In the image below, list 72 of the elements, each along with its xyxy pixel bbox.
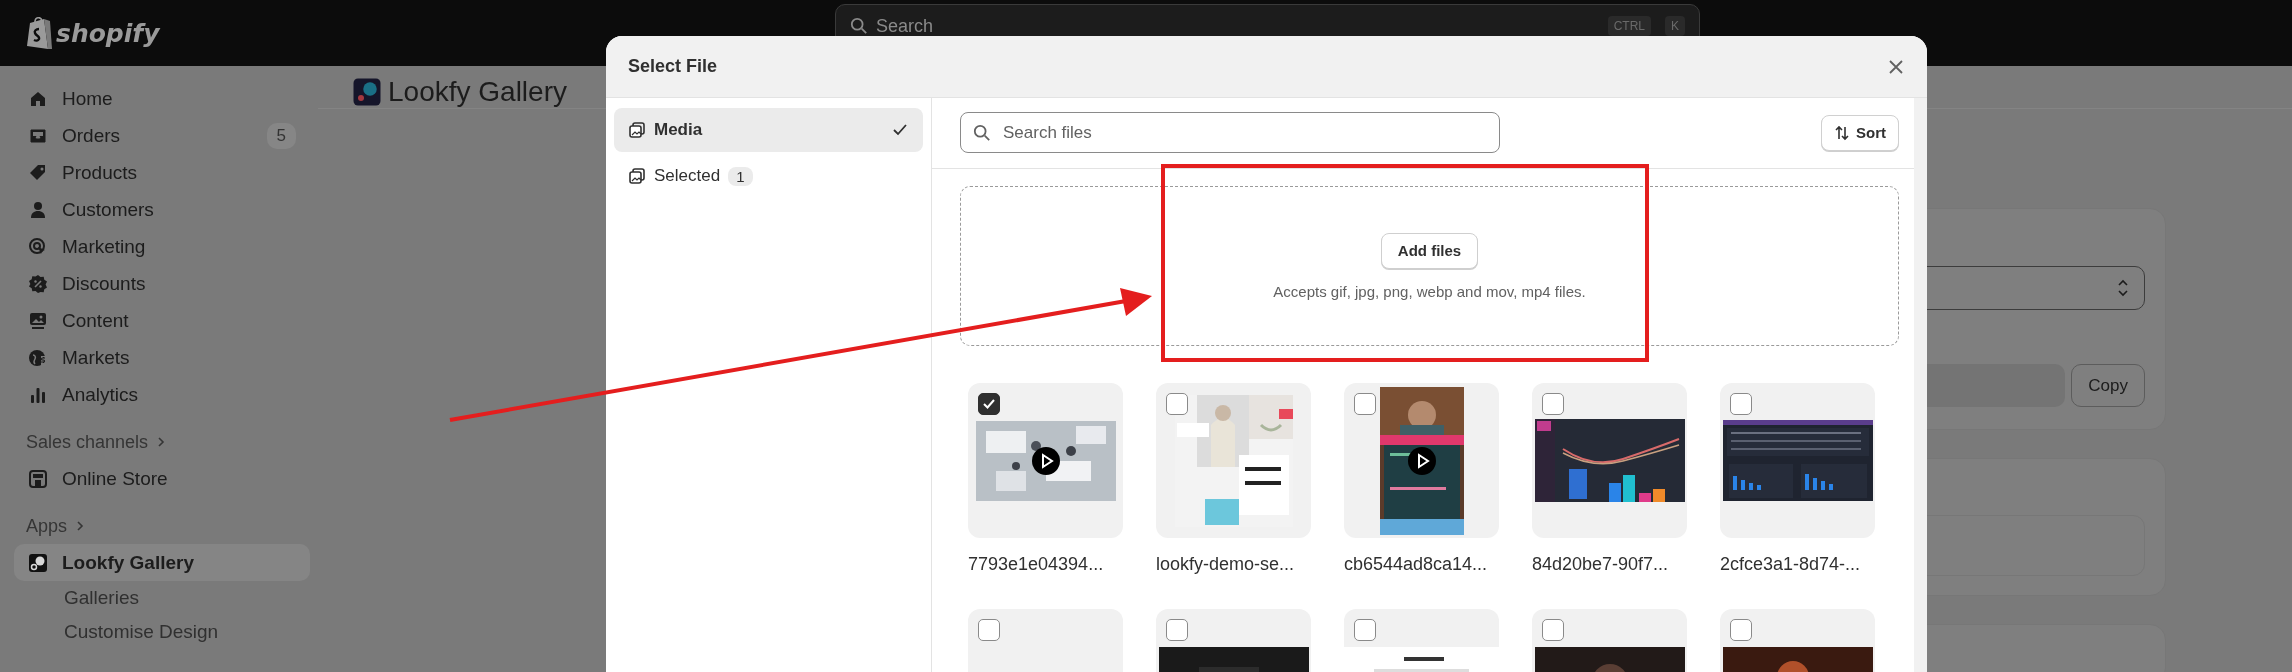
nav-item[interactable]: Content <box>14 302 310 339</box>
checkbox[interactable] <box>1730 619 1752 641</box>
percent-badge-icon <box>28 273 48 294</box>
nav-item[interactable]: Home <box>14 80 310 117</box>
up-down-chevron-icon <box>2116 278 2130 298</box>
file-tile[interactable] <box>1720 383 1875 538</box>
sort-button[interactable]: Sort <box>1821 114 1899 151</box>
close-icon[interactable] <box>1887 57 1905 76</box>
nav-item[interactable]: Discounts <box>14 265 310 302</box>
shopify-wordmark: shopify <box>56 18 160 48</box>
globe-icon <box>28 347 48 368</box>
nav-item[interactable]: Analytics <box>14 376 310 413</box>
checkbox[interactable] <box>1354 393 1376 415</box>
shortcut-key: CTRL <box>1607 16 1651 36</box>
chevron-right-icon <box>75 520 86 532</box>
section-link[interactable]: Apps <box>26 511 86 541</box>
file-tile[interactable] <box>1344 383 1499 538</box>
page-title: Lookfy Gallery <box>388 76 567 108</box>
nav-item[interactable]: Galleries <box>14 581 310 615</box>
media-icon <box>628 167 646 185</box>
play-icon <box>1031 446 1060 475</box>
search-icon <box>850 17 868 35</box>
play-icon <box>1407 446 1436 475</box>
nav-item[interactable]: Products <box>14 154 310 191</box>
checkbox[interactable] <box>1542 619 1564 641</box>
file-tile[interactable] <box>968 383 1123 538</box>
sidebar-item[interactable]: Selected 1 <box>614 154 923 198</box>
nav-item[interactable]: Online Store <box>14 460 310 497</box>
checkbox[interactable] <box>978 619 1000 641</box>
app-logo-icon <box>28 552 48 573</box>
store-icon <box>28 468 48 489</box>
drop-zone[interactable]: Add files Accepts gif, jpg, png, webp and mov, mp4 files. <box>960 186 1899 346</box>
sidebar-item[interactable]: Media <box>614 108 923 152</box>
nav-item[interactable]: Lookfy Gallery <box>14 544 310 581</box>
app-logo-icon <box>352 77 382 107</box>
dialog-title: Select File <box>628 56 718 77</box>
file-tile[interactable] <box>1532 383 1687 538</box>
file-name: cb6544ad8ca14... <box>1344 554 1489 575</box>
checkbox[interactable] <box>1354 619 1376 641</box>
nav-item[interactable]: Markets <box>14 339 310 376</box>
nav-item[interactable]: Orders 5 <box>14 117 310 154</box>
image-icon <box>28 310 48 331</box>
file-name: 84d20be7-90f7... <box>1532 554 1670 575</box>
add-files-button[interactable]: Add files <box>1380 232 1479 269</box>
media-icon <box>628 121 646 139</box>
file-name: lookfy-demo-se... <box>1156 554 1296 575</box>
person-icon <box>28 199 48 220</box>
file-name: 7793e1e04394... <box>968 554 1105 575</box>
target-icon <box>28 236 48 257</box>
file-tile[interactable] <box>1156 383 1311 538</box>
search-field[interactable]: Search files <box>960 112 1500 153</box>
checkmark-icon <box>982 397 996 411</box>
checkbox[interactable] <box>1542 393 1564 415</box>
chevron-right-icon <box>156 436 167 448</box>
nav-item[interactable]: Customers <box>14 191 310 228</box>
count-badge: 5 <box>266 122 296 149</box>
section-link[interactable]: Sales channels <box>26 427 167 457</box>
count-badge: 1 <box>728 166 753 186</box>
checkbox[interactable] <box>1166 619 1188 641</box>
nav-item[interactable]: Customise Design <box>14 615 310 649</box>
search-icon <box>973 123 991 142</box>
hint-text: Accepts gif, jpg, png, webp and mov, mp4 files. <box>1273 282 1586 300</box>
copy-button[interactable]: Copy <box>2071 364 2145 407</box>
file-name: 2cfce3a1-8d74-... <box>1720 554 1862 575</box>
checkbox[interactable] <box>978 393 1000 415</box>
sort-arrows-icon <box>1834 124 1850 141</box>
checkbox[interactable] <box>1166 393 1188 415</box>
shortcut-key: K <box>1665 16 1685 36</box>
tag-icon <box>28 162 48 183</box>
nav-item[interactable]: Marketing <box>14 228 310 265</box>
shopping-bag-icon <box>26 17 52 49</box>
checkbox[interactable] <box>1730 393 1752 415</box>
